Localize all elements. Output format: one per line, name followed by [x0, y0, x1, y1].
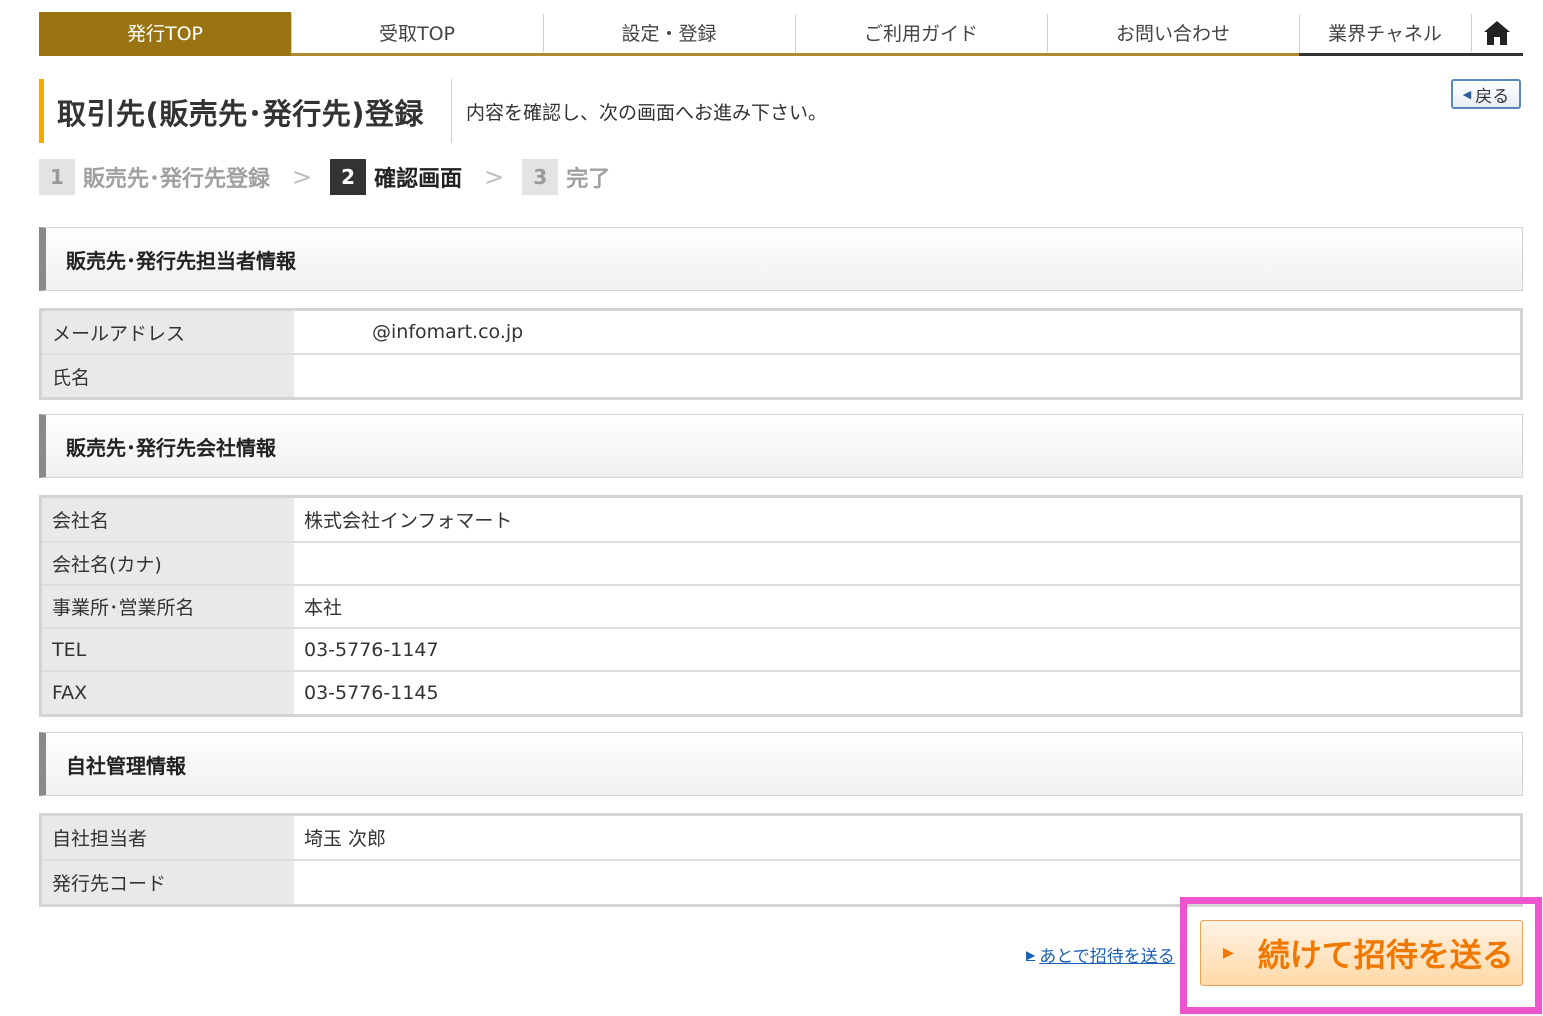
- page-title: 取引先(販売先･発行先)登録: [57, 97, 425, 131]
- tab-label: 受取TOP: [378, 23, 456, 45]
- tab-industry-channel[interactable]: 業界チャネル: [1299, 12, 1471, 56]
- tab-contact[interactable]: お問い合わせ: [1047, 12, 1299, 56]
- row-label: 自社担当者: [42, 816, 294, 861]
- later-link-label: あとで招待を送る: [1039, 947, 1175, 967]
- back-label: 戻る: [1475, 86, 1510, 107]
- step-3: 3 完了: [522, 159, 610, 195]
- internal-table: 自社担当者 埼玉 次郎 発行先コード: [39, 813, 1523, 907]
- row-label: 事業所･営業所名: [42, 585, 294, 629]
- tab-settings[interactable]: 設定・登録: [543, 12, 795, 56]
- section-header-contact: 販売先･発行先担当者情報: [39, 227, 1523, 291]
- row-value: 本社: [294, 585, 1520, 629]
- row-value: 株式会社インフォマート: [294, 498, 1520, 543]
- company-table: 会社名 株式会社インフォマート 会社名(カナ) 事業所･営業所名 本社 TEL …: [39, 495, 1523, 717]
- section-header-internal: 自社管理情報: [39, 732, 1523, 796]
- table-row: TEL 03-5776-1147: [42, 628, 1520, 672]
- play-arrow-icon: ▶: [1223, 945, 1234, 961]
- back-arrow-icon: ◀: [1462, 87, 1472, 101]
- table-row: FAX 03-5776-1145: [42, 671, 1520, 714]
- tab-label: 設定・登録: [621, 23, 717, 45]
- top-nav: 発行TOP 受取TOP 設定・登録 ご利用ガイド お問い合わせ 業界チャネル: [39, 12, 1523, 58]
- tab-label: ご利用ガイド: [863, 23, 978, 45]
- home-button[interactable]: [1471, 12, 1523, 56]
- section-header-company: 販売先･発行先会社情報: [39, 414, 1523, 478]
- step-number: 3: [522, 159, 559, 195]
- tab-receive-top[interactable]: 受取TOP: [291, 12, 543, 56]
- tab-label: お問い合わせ: [1115, 23, 1230, 45]
- home-icon: [1484, 20, 1510, 45]
- tab-issue-top[interactable]: 発行TOP: [39, 12, 291, 56]
- table-row: 自社担当者 埼玉 次郎: [42, 816, 1520, 861]
- row-label: 氏名: [42, 354, 294, 397]
- name-value: [294, 354, 1520, 397]
- title-divider: [451, 79, 452, 143]
- table-row: 氏名: [42, 354, 1520, 397]
- chevron-right-icon: >: [292, 163, 313, 191]
- step-1: 1 販売先･発行先登録: [39, 159, 270, 195]
- step-label: 確認画面: [374, 167, 463, 192]
- tab-label: 業界チャネル: [1328, 23, 1442, 45]
- table-row: 会社名 株式会社インフォマート: [42, 498, 1520, 543]
- row-value: 埼玉 次郎: [294, 816, 1520, 861]
- tab-guide[interactable]: ご利用ガイド: [795, 12, 1047, 56]
- row-label: FAX: [42, 671, 294, 714]
- step-label: 販売先･発行先登録: [83, 167, 271, 192]
- title-accent-bar: [39, 79, 44, 143]
- table-row: メールアドレス @infomart.co.jp: [42, 311, 1520, 355]
- step-number: 1: [39, 159, 75, 195]
- back-button[interactable]: ◀ 戻る: [1451, 79, 1521, 109]
- row-value: 03-5776-1145: [294, 671, 1520, 714]
- step-number: 2: [330, 159, 367, 195]
- table-row: 会社名(カナ): [42, 542, 1520, 586]
- row-label: 発行先コード: [42, 860, 294, 904]
- continue-label: 続けて招待を送る: [1257, 936, 1514, 974]
- row-value: 03-5776-1147: [294, 628, 1520, 672]
- row-label: TEL: [42, 628, 294, 672]
- step-label: 完了: [566, 167, 611, 192]
- page-instruction: 内容を確認し、次の画面へお進み下さい。: [466, 102, 828, 124]
- row-value: [294, 542, 1520, 586]
- email-value: @infomart.co.jp: [294, 311, 1520, 355]
- row-label: 会社名: [42, 498, 294, 543]
- row-label: 会社名(カナ): [42, 542, 294, 586]
- progress-stepper: 1 販売先･発行先登録 > 2 確認画面 > 3 完了: [39, 159, 610, 195]
- contact-table: メールアドレス @infomart.co.jp 氏名: [39, 308, 1523, 400]
- chevron-right-icon: >: [484, 163, 505, 191]
- send-invite-later-link[interactable]: ▶ あとで招待を送る: [1026, 942, 1175, 967]
- row-label: メールアドレス: [42, 311, 294, 355]
- play-arrow-icon: ▶: [1026, 947, 1036, 962]
- tab-label: 発行TOP: [126, 23, 204, 45]
- table-row: 事業所･営業所名 本社: [42, 585, 1520, 629]
- continue-send-invite-button[interactable]: ▶ 続けて招待を送る: [1200, 920, 1523, 986]
- step-2: 2 確認画面: [330, 159, 462, 195]
